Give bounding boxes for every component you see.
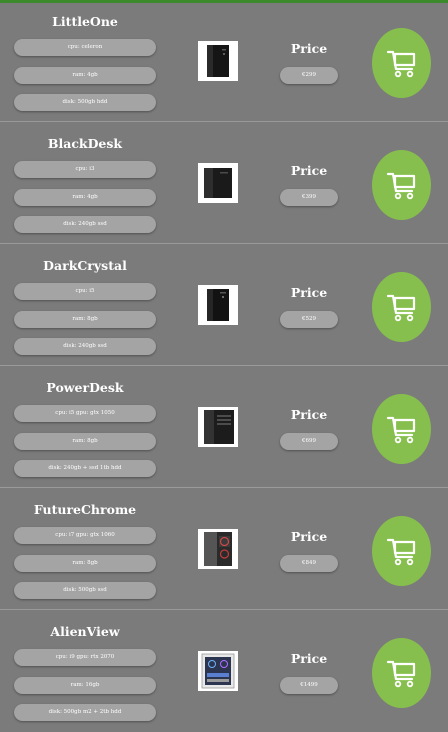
- product-name: DarkCrystal: [43, 258, 127, 273]
- product-card: PowerDesk cpu: i5 gpu: gtx 1050 ram: 8gb…: [0, 366, 448, 488]
- price-value: €849: [280, 555, 338, 572]
- price-value: €1499: [280, 677, 338, 694]
- price-value: €399: [280, 189, 338, 206]
- tower-pc-icon: [198, 163, 238, 203]
- shopping-cart-icon: [386, 172, 415, 200]
- product-card: BlackDesk cpu: i3 ram: 4gb disk: 240gb s…: [0, 122, 448, 244]
- product-name: FutureChrome: [33, 502, 137, 517]
- spec-cpu: cpu: i9 gpu: rtx 2070: [14, 649, 156, 666]
- product-card: DarkCrystal cpu: i5 ram: 8gb disk: 240gb…: [0, 244, 448, 366]
- gaming-pc-icon: [198, 529, 238, 569]
- spec-disk: disk: 500gb m2 + 2tb hdd: [14, 704, 156, 721]
- spec-ram: ram: 4gb: [14, 67, 156, 84]
- add-to-cart-button[interactable]: [372, 272, 431, 342]
- spec-cpu: cpu: i5 gpu: gtx 1050: [14, 405, 156, 422]
- spec-disk: disk: 240gb + ssd 1tb hdd: [14, 460, 156, 477]
- tower-pc-icon: [198, 407, 238, 447]
- price-label: Price: [290, 407, 328, 422]
- add-to-cart-button[interactable]: [372, 394, 431, 464]
- gaming-pc-icon: [198, 651, 238, 691]
- spec-cpu: cpu: i5: [14, 283, 156, 300]
- add-to-cart-button[interactable]: [372, 638, 431, 708]
- shopping-cart-icon: [386, 294, 415, 322]
- tower-pc-icon: [198, 41, 238, 81]
- price-label: Price: [290, 163, 328, 178]
- spec-cpu: cpu: celeron: [14, 39, 156, 56]
- price-value: €299: [280, 67, 338, 84]
- price-label: Price: [290, 41, 328, 56]
- shopping-cart-icon: [386, 660, 415, 688]
- product-card: AlienView cpu: i9 gpu: rtx 2070 ram: 16g…: [0, 610, 448, 732]
- spec-disk: disk: 240gb ssd: [14, 338, 156, 355]
- spec-disk: disk: 240gb ssd: [14, 216, 156, 233]
- tower-pc-icon: [198, 285, 238, 325]
- product-name: PowerDesk: [46, 380, 124, 395]
- price-value: €529: [280, 311, 338, 328]
- spec-ram: ram: 16gb: [14, 677, 156, 694]
- add-to-cart-button[interactable]: [372, 516, 431, 586]
- shopping-cart-icon: [386, 416, 415, 444]
- spec-ram: ram: 8gb: [14, 311, 156, 328]
- shopping-cart-icon: [386, 50, 415, 78]
- add-to-cart-button[interactable]: [372, 150, 431, 220]
- shopping-cart-icon: [386, 538, 415, 566]
- spec-ram: ram: 8gb: [14, 433, 156, 450]
- spec-disk: disk: 500gb ssd: [14, 582, 156, 599]
- spec-ram: ram: 8gb: [14, 555, 156, 572]
- price-label: Price: [290, 529, 328, 544]
- product-name: AlienView: [50, 624, 120, 639]
- product-card: FutureChrome cpu: i7 gpu: gtx 1060 ram: …: [0, 488, 448, 610]
- product-card: LittleOne cpu: celeron ram: 4gb disk: 50…: [0, 0, 448, 122]
- product-list: LittleOne cpu: celeron ram: 4gb disk: 50…: [0, 0, 448, 732]
- product-name: LittleOne: [52, 14, 118, 29]
- price-label: Price: [290, 651, 328, 666]
- price-label: Price: [290, 285, 328, 300]
- spec-disk: disk: 500gb hdd: [14, 94, 156, 111]
- product-name: BlackDesk: [47, 136, 123, 151]
- add-to-cart-button[interactable]: [372, 28, 431, 98]
- spec-cpu: cpu: i7 gpu: gtx 1060: [14, 527, 156, 544]
- spec-ram: ram: 4gb: [14, 189, 156, 206]
- price-value: €699: [280, 433, 338, 450]
- spec-cpu: cpu: i3: [14, 161, 156, 178]
